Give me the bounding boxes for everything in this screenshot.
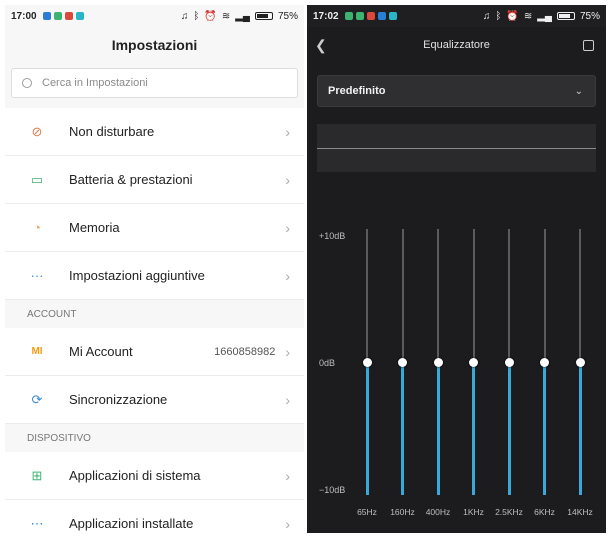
eq-band-label: 14KHz <box>567 507 593 517</box>
chevron-right-icon: › <box>285 467 290 484</box>
dnd-icon: ⊘ <box>31 123 43 139</box>
settings-group-general: ⊘ Non disturbare › ▭ Batteria & prestazioni ›… <box>5 108 304 299</box>
chevron-right-icon: › <box>285 391 290 408</box>
section-header-device: DISPOSITIVO <box>5 423 304 452</box>
eq-slider-knob[interactable] <box>433 357 443 367</box>
settings-row[interactable]: ⊘ Non disturbare › <box>5 108 304 156</box>
status-time: 17:00 <box>11 10 37 22</box>
eq-slider-knob[interactable] <box>398 357 407 367</box>
eq-slider-knob[interactable] <box>362 357 372 367</box>
settings-row-label: Batteria & prestazioni <box>69 172 193 187</box>
eq-slider-knob[interactable] <box>504 357 514 367</box>
settings-row-label: Mi Account <box>69 344 133 359</box>
settings-group-account: MI Mi Account 1660858982 › ⟳ Sincronizzazione… <box>5 328 304 423</box>
db-label-bottom: −10dB <box>319 485 346 495</box>
eq-band-label: 65Hz <box>357 507 377 517</box>
db-label-mid: 0dB <box>319 358 336 368</box>
settings-row[interactable]: ⟳ Sincronizzazione › <box>5 376 304 423</box>
settings-row-label: Memoria <box>69 220 120 235</box>
settings-row[interactable]: ◔ Memoria › <box>5 204 304 252</box>
settings-row-label: Sincronizzazione <box>69 392 168 407</box>
eq-slider-knob[interactable] <box>540 357 549 367</box>
chevron-right-icon: › <box>285 343 290 360</box>
settings-row-label: Non disturbare <box>69 124 155 139</box>
chevron-right-icon: › <box>285 171 290 188</box>
installed-apps-icon: ⋯ <box>30 515 44 531</box>
alarm-icon: ⏰ <box>204 10 217 22</box>
eq-slider-fill <box>401 362 404 495</box>
search-input[interactable]: Cerca in Impostazioni <box>11 68 298 98</box>
whatsapp-icon <box>53 12 62 20</box>
eq-slider-fill <box>578 362 582 495</box>
battery-icon <box>254 12 273 20</box>
settings-row-label: Applicazioni installate <box>69 516 194 531</box>
storage-icon: ◔ <box>33 220 41 235</box>
settings-row-label: Impostazioni aggiuntive <box>69 268 205 283</box>
mi-icon: MI <box>31 346 43 357</box>
settings-row[interactable]: ⋯ Applicazioni installate › <box>5 500 304 533</box>
bluetooth-icon: ᛒ <box>193 10 200 22</box>
eq-slider-fill <box>472 362 475 495</box>
chevron-right-icon: › <box>285 219 290 236</box>
settings-row[interactable]: ▭ Batteria & prestazioni › <box>5 156 304 204</box>
signal-icon: ▂▄ <box>235 10 250 22</box>
chevron-right-icon: › <box>285 515 290 532</box>
status-bar: 17:00 ♫ ᛒ ⏰ ≋ ▂▄ 75% <box>5 5 304 27</box>
settings-screen: 17:00 ♫ ᛒ ⏰ ≋ ▂▄ 75% Impostazioni Cerca … <box>5 5 304 533</box>
eq-slider-fill <box>436 362 440 495</box>
settings-row-value: 1660858982 <box>214 345 276 358</box>
eq-slider-fill <box>365 362 369 495</box>
eq-band-label: 2.5KHz <box>495 507 523 517</box>
notification-icons <box>42 12 84 20</box>
db-label-top: +10dB <box>319 231 346 241</box>
battery-icon: ▭ <box>30 171 44 187</box>
eq-band-label: 160Hz <box>390 507 415 517</box>
eq-slider-fill <box>507 362 511 495</box>
settings-row[interactable]: ··· Impostazioni aggiuntive › <box>5 252 304 299</box>
equalizer-sliders: +10dB 0dB −10dB 65Hz 160Hz 400Hz 1KHz 2.5KHz… <box>307 5 606 533</box>
sync-icon: ⟳ <box>31 391 43 407</box>
eq-band-label: 400Hz <box>425 507 451 517</box>
eq-slider-knob[interactable] <box>469 357 478 367</box>
eq-slider-knob[interactable] <box>575 357 585 367</box>
equalizer-screen: 17:02 ♫ ᛒ ⏰ ≋ ▂▄ 75% ❮ Equalizzatore Pre… <box>307 5 606 533</box>
apps-icon: ⊞ <box>31 467 43 483</box>
chevron-right-icon: › <box>285 123 290 140</box>
settings-row-label: Applicazioni di sistema <box>69 468 201 483</box>
chevron-right-icon: › <box>285 267 290 284</box>
wifi-icon: ≋ <box>221 10 231 22</box>
headphones-icon: ♫ <box>180 10 189 22</box>
settings-row[interactable]: ⊞ Applicazioni di sistema › <box>5 452 304 500</box>
search-placeholder: Cerca in Impostazioni <box>42 77 148 89</box>
search-icon <box>22 78 32 88</box>
eq-band-label: 1KHz <box>463 507 484 517</box>
more-icon: ··· <box>30 268 44 283</box>
settings-group-device: ⊞ Applicazioni di sistema › ⋯ Applicazioni i… <box>5 452 304 533</box>
battery-percent: 75% <box>277 10 298 22</box>
notification-icon <box>42 12 51 20</box>
settings-row[interactable]: MI Mi Account 1660858982 › <box>5 328 304 376</box>
page-title: Impostazioni <box>111 37 198 53</box>
eq-band-label: 6KHz <box>534 507 555 517</box>
gmail-icon <box>64 12 73 20</box>
eq-slider-fill <box>543 362 546 495</box>
section-header-account: ACCOUNT <box>5 299 304 328</box>
play-store-icon <box>75 12 84 20</box>
